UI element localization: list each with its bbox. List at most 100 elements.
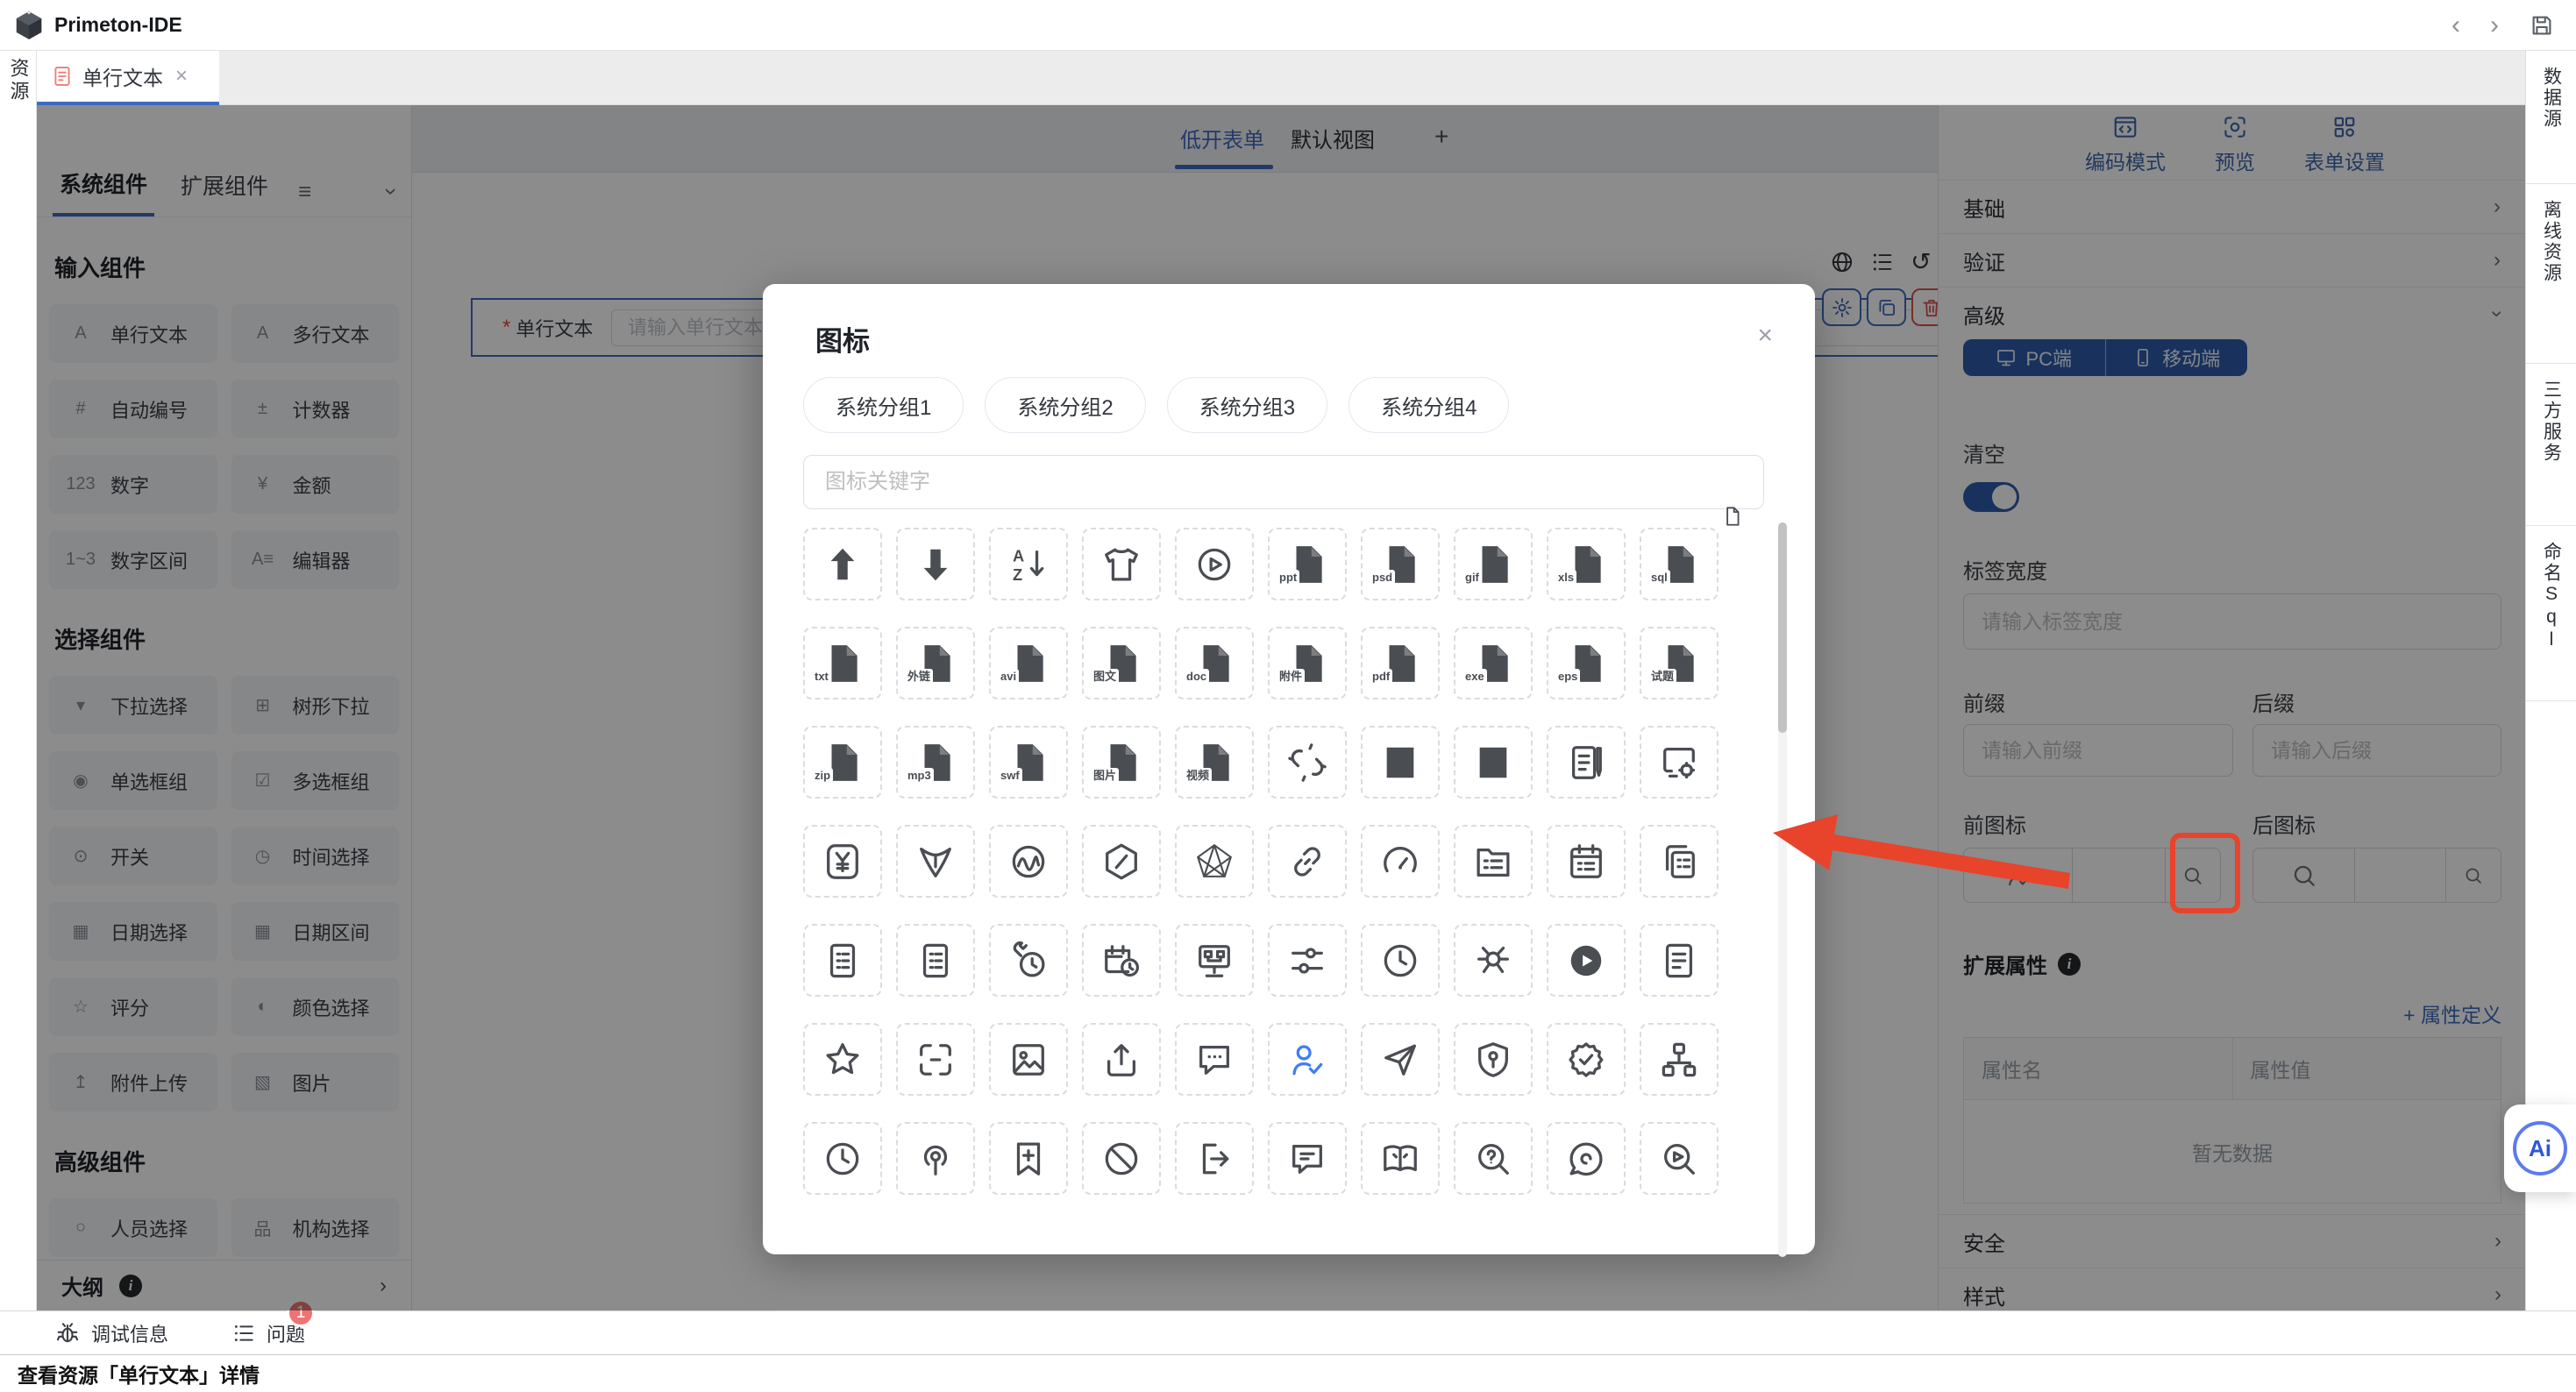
debug-info-button[interactable]: 调试信息 bbox=[54, 1319, 168, 1347]
sort-az-icon[interactable] bbox=[989, 528, 1068, 600]
scrollbar-thumb[interactable] bbox=[1778, 522, 1787, 733]
chat-lines-icon[interactable] bbox=[1268, 1122, 1347, 1195]
nav-back-icon[interactable]: ‹ bbox=[2451, 12, 2460, 39]
doc-list-icon[interactable] bbox=[1640, 924, 1719, 997]
doc-pen-icon[interactable] bbox=[1547, 726, 1626, 799]
gauge-icon[interactable] bbox=[1361, 825, 1440, 898]
clock-icon[interactable] bbox=[1361, 924, 1440, 997]
pentagon-wire-icon[interactable] bbox=[1175, 825, 1254, 898]
wrench-clock-icon[interactable] bbox=[989, 924, 1068, 997]
send-icon[interactable] bbox=[1361, 1023, 1440, 1096]
right-strip-item-离线资源[interactable]: 离线资源 bbox=[2526, 184, 2576, 364]
search-play-icon[interactable] bbox=[1640, 1122, 1719, 1195]
upload-check-icon[interactable] bbox=[1082, 1023, 1161, 1096]
right-strip-item-命名Sql[interactable]: 命名Sql bbox=[2526, 526, 2576, 701]
file-ppt-icon[interactable]: ppt bbox=[1268, 528, 1347, 600]
shield-key-icon[interactable] bbox=[1454, 1023, 1533, 1096]
document-tab-bar bbox=[0, 51, 2576, 105]
right-strip-item-数据源[interactable]: 数据源 bbox=[2526, 51, 2576, 184]
search-question-icon[interactable] bbox=[1454, 1122, 1533, 1195]
file-extlink-icon[interactable]: 外链 bbox=[896, 627, 975, 700]
badge-check-icon[interactable] bbox=[1547, 1023, 1626, 1096]
file-type-label: exe bbox=[1462, 669, 1487, 684]
icon-grid: pptpsdgifxlssql txt外链avi 图文 doc附件pdf exe eps试… bbox=[803, 528, 1719, 1195]
arrow-up-icon[interactable] bbox=[803, 528, 882, 600]
resources-strip[interactable]: 资源 bbox=[0, 51, 37, 105]
icon-group-pill[interactable]: 系统分组4 bbox=[1348, 377, 1509, 433]
file-video-icon[interactable]: 视频 bbox=[1175, 726, 1254, 799]
logout-icon[interactable] bbox=[1175, 1122, 1254, 1195]
copy-list-icon[interactable] bbox=[1640, 825, 1719, 898]
play-circle-filled-icon[interactable] bbox=[1547, 924, 1626, 997]
file-psd-icon[interactable]: psd bbox=[1361, 528, 1440, 600]
file-image-icon[interactable]: 图片 bbox=[1082, 726, 1161, 799]
ban-icon[interactable] bbox=[1082, 1122, 1161, 1195]
modal-close-icon[interactable]: × bbox=[1757, 323, 1773, 349]
arrow-down-icon[interactable] bbox=[896, 528, 975, 600]
bookmark-plus-icon[interactable] bbox=[989, 1122, 1068, 1195]
calendar-clock-icon[interactable] bbox=[1082, 924, 1161, 997]
icon-keyword-search-input[interactable] bbox=[803, 455, 1764, 509]
wave-circle-icon[interactable] bbox=[989, 825, 1068, 898]
user-check-icon[interactable] bbox=[1268, 1023, 1347, 1096]
play-circle-icon[interactable] bbox=[1175, 528, 1254, 600]
link-icon[interactable] bbox=[1268, 825, 1347, 898]
primeton-ide-screen: Primeton-IDE ‹ › 资源 单行文本 × 系统组件 扩展组件 ≡ ›… bbox=[0, 0, 2576, 1392]
tshirt-icon[interactable] bbox=[1082, 528, 1161, 600]
file-eps-icon[interactable]: eps bbox=[1547, 627, 1626, 700]
tab-close-icon[interactable]: × bbox=[175, 64, 188, 89]
link-broken-icon[interactable] bbox=[1268, 726, 1347, 799]
file-mp3-icon[interactable]: mp3 bbox=[896, 726, 975, 799]
file-avi-icon[interactable]: avi bbox=[989, 627, 1068, 700]
file-sql-icon[interactable]: sql bbox=[1640, 528, 1719, 600]
file-exe-icon[interactable]: exe bbox=[1454, 627, 1533, 700]
sitemap-icon[interactable] bbox=[1640, 1023, 1719, 1096]
file-pdf-icon[interactable]: pdf bbox=[1361, 627, 1440, 700]
hexagon-icon[interactable] bbox=[1082, 825, 1161, 898]
modal-scrollbar[interactable] bbox=[1778, 522, 1787, 1257]
star-icon[interactable] bbox=[803, 1023, 882, 1096]
square-filled-icon[interactable] bbox=[1361, 726, 1440, 799]
monitor-network-icon[interactable] bbox=[1175, 924, 1254, 997]
bottom-bar: 调试信息 问题 bbox=[0, 1310, 2576, 1354]
trident-logo-icon[interactable] bbox=[896, 825, 975, 898]
tab-single-line-text[interactable]: 单行文本 × bbox=[37, 51, 219, 105]
chat-dots-icon[interactable] bbox=[1175, 1023, 1254, 1096]
file-xls-icon[interactable]: xls bbox=[1547, 528, 1626, 600]
image-icon[interactable] bbox=[989, 1023, 1068, 1096]
tablet-gear-icon[interactable] bbox=[1640, 726, 1719, 799]
file-quiz-icon[interactable]: 试题 bbox=[1640, 627, 1719, 700]
save-icon[interactable] bbox=[2529, 12, 2555, 39]
file-imgtext-icon[interactable]: 图文 bbox=[1082, 627, 1161, 700]
file-doc-icon[interactable]: doc bbox=[1175, 627, 1254, 700]
sliders-icon[interactable] bbox=[1268, 924, 1347, 997]
file-attach-icon[interactable]: 附件 bbox=[1268, 627, 1347, 700]
clock-icon[interactable] bbox=[803, 1122, 882, 1195]
right-strip-item-三方服务[interactable]: 三方服务 bbox=[2526, 364, 2576, 526]
form-doc-icon bbox=[51, 65, 74, 88]
calendar-list-icon[interactable] bbox=[1547, 825, 1626, 898]
icon-group-pill[interactable]: 系统分组2 bbox=[985, 377, 1145, 433]
nav-forward-icon[interactable]: › bbox=[2490, 12, 2499, 39]
icon-group-pill[interactable]: 系统分组1 bbox=[803, 377, 964, 433]
podcast-icon[interactable] bbox=[896, 1122, 975, 1195]
square-filled-icon[interactable] bbox=[1454, 726, 1533, 799]
file-zip-icon[interactable]: zip bbox=[803, 726, 882, 799]
folder-list-icon[interactable] bbox=[1454, 825, 1533, 898]
icon-group-pill[interactable]: 系统分组3 bbox=[1167, 377, 1327, 433]
file-gif-icon[interactable]: gif bbox=[1454, 528, 1533, 600]
fullscreen-icon[interactable] bbox=[896, 1023, 975, 1096]
card-list-icon[interactable] bbox=[896, 924, 975, 997]
yen-card-icon[interactable] bbox=[803, 825, 882, 898]
file-swf-icon[interactable]: swf bbox=[989, 726, 1068, 799]
ai-assistant-button[interactable]: Ai bbox=[2504, 1104, 2576, 1192]
page-icon[interactable] bbox=[1720, 505, 1743, 528]
app-title: Primeton-IDE bbox=[54, 13, 182, 37]
chat-spiral-icon[interactable] bbox=[1547, 1122, 1626, 1195]
file-txt-icon[interactable]: txt bbox=[803, 627, 882, 700]
resources-strip-label: 资源 bbox=[4, 58, 32, 105]
spider-icon[interactable] bbox=[1454, 924, 1533, 997]
file-type-label: 图文 bbox=[1091, 669, 1119, 684]
book-icon[interactable] bbox=[1361, 1122, 1440, 1195]
card-list-icon[interactable] bbox=[803, 924, 882, 997]
